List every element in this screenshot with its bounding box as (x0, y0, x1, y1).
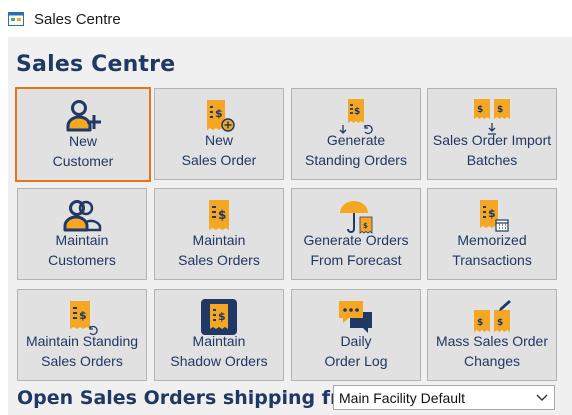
shipping-facility-select[interactable]: Main Facility Default (333, 385, 555, 410)
tile-label: Maintain Shadow Orders (170, 333, 268, 369)
chevron-down-icon (536, 394, 548, 401)
svg-text:$: $ (79, 309, 87, 322)
app-icon (8, 12, 24, 26)
tile-maintain-standing-sales-orders[interactable]: $ Maintain Standing Sales Orders (17, 289, 147, 381)
svg-text:$: $ (497, 105, 503, 115)
tile-label: Sales Order Import Batches (432, 132, 552, 168)
svg-text:$: $ (477, 105, 483, 115)
select-value: Main Facility Default (339, 390, 466, 406)
tile-label: Memorized Transactions (452, 232, 532, 268)
tile-memorized-transactions[interactable]: $ Memorized Transactions (427, 188, 557, 280)
tile-label: Maintain Standing Sales Orders (25, 333, 139, 369)
tile-daily-order-log[interactable]: Daily Order Log (291, 289, 421, 381)
svg-text:$: $ (354, 107, 360, 117)
tile-mass-sales-order-changes[interactable]: $ $ Mass Sales Order Changes (427, 289, 557, 381)
tile-label: Maintain Sales Orders (178, 232, 260, 268)
svg-text:$: $ (488, 207, 496, 220)
tile-label: Generate Standing Orders (305, 132, 407, 168)
tile-label: New Sales Order (181, 132, 257, 168)
tile-maintain-sales-orders[interactable]: $ Maintain Sales Orders (154, 188, 284, 280)
tile-generate-orders-from-forecast[interactable]: $ Generate Orders From Forecast (291, 188, 421, 280)
tile-label: Mass Sales Order Changes (435, 333, 549, 369)
svg-text:$: $ (218, 208, 226, 222)
tile-sales-order-import-batches[interactable]: $ $ Sales Order Import Batches (427, 88, 557, 180)
tile-label: Daily Order Log (324, 333, 388, 369)
page-title: Sales Centre (16, 52, 176, 77)
title-bar: Sales Centre (0, 0, 572, 37)
window-title: Sales Centre (34, 11, 121, 28)
tile-generate-standing-orders[interactable]: $ Generate Standing Orders (291, 88, 421, 180)
svg-text:$: $ (497, 318, 503, 328)
tile-maintain-customers[interactable]: Maintain Customers (17, 188, 147, 280)
tile-label: Maintain Customers (48, 232, 116, 268)
svg-text:$: $ (218, 310, 226, 323)
tile-label: New Customer (52, 133, 114, 169)
tile-maintain-shadow-orders[interactable]: $ Maintain Shadow Orders (154, 289, 284, 381)
tile-label: Generate Orders From Forecast (303, 232, 409, 268)
shipping-facility-label: Open Sales Orders shipping from (17, 387, 373, 409)
svg-text:$: $ (215, 107, 223, 120)
svg-text:$: $ (363, 222, 368, 230)
svg-text:$: $ (477, 318, 483, 328)
tile-new-sales-order[interactable]: $ New Sales Order (154, 88, 284, 180)
tile-new-customer[interactable]: New Customer (15, 87, 151, 182)
